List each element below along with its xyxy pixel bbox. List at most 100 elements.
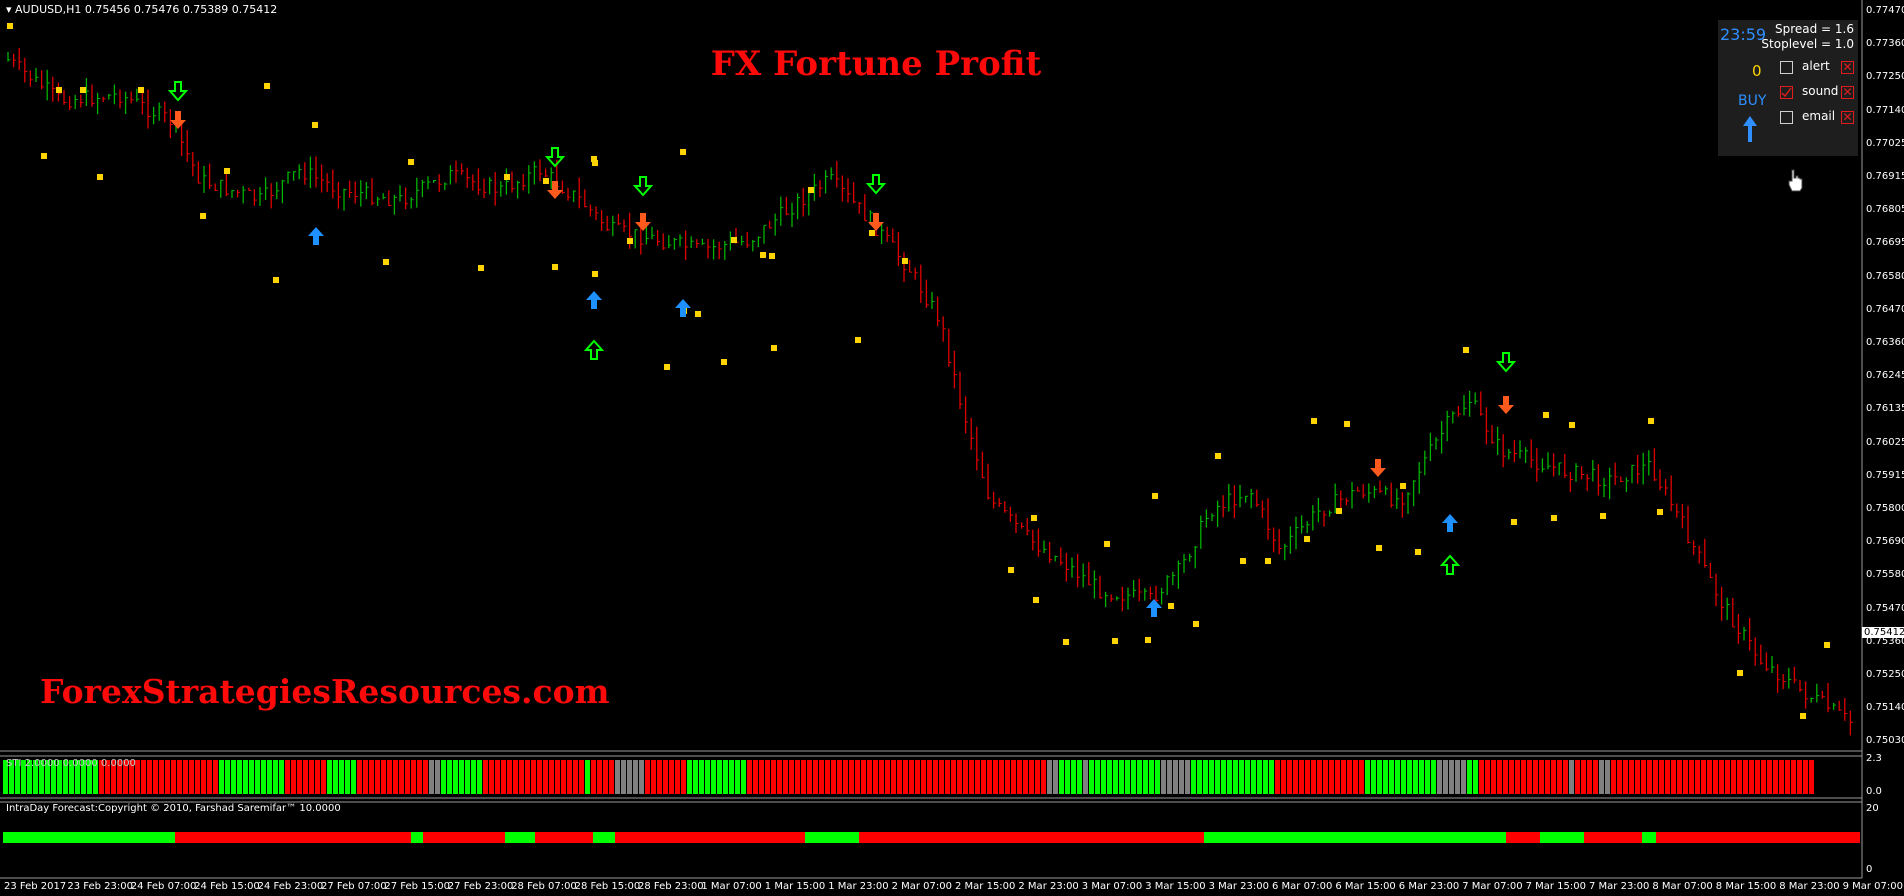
- sti-bar: [981, 760, 986, 794]
- sti-bar: [1761, 760, 1766, 794]
- sti-bar: [591, 760, 596, 794]
- sti-bar: [1797, 760, 1802, 794]
- time-axis-label: 6 Mar 15:00: [1335, 881, 1396, 892]
- chart-window[interactable]: ▾ AUDUSD,H1 0.75456 0.75476 0.75389 0.75…: [0, 0, 1904, 896]
- price-chart[interactable]: [0, 0, 1904, 896]
- signal-dot: [592, 271, 598, 277]
- sti-bar: [831, 760, 836, 794]
- sti-bar: [369, 760, 374, 794]
- signal-dot: [1215, 453, 1221, 459]
- sti-bar: [417, 760, 422, 794]
- sti-bar: [879, 760, 884, 794]
- email-checkbox[interactable]: [1780, 111, 1793, 124]
- sti-bar: [1485, 760, 1490, 794]
- sti-bar: [1197, 760, 1202, 794]
- sti-bar: [1413, 760, 1418, 794]
- time-axis-label: 1 Mar 15:00: [764, 881, 826, 892]
- sti-bar: [309, 760, 314, 794]
- signal-dot: [1344, 421, 1350, 427]
- sti-bar: [723, 760, 728, 794]
- sti-bar: [537, 760, 542, 794]
- sti-bar: [1281, 760, 1286, 794]
- sell-zone-arrow-icon: [865, 174, 887, 195]
- sti-bar: [1383, 760, 1388, 794]
- sti-histogram: [3, 760, 1814, 794]
- sti-bar: [1095, 760, 1100, 794]
- sti-bar: [573, 760, 578, 794]
- sti-bar: [1179, 760, 1184, 794]
- sti-bar: [519, 760, 524, 794]
- sti-bar: [435, 760, 440, 794]
- sti-bar: [1209, 760, 1214, 794]
- sti-bar: [729, 760, 734, 794]
- signal-dot: [1824, 642, 1830, 648]
- buy-zone-arrow-icon: [583, 339, 605, 360]
- sti-bar: [873, 760, 878, 794]
- email-close-icon[interactable]: ✕: [1841, 111, 1854, 124]
- sti-bar: [1335, 760, 1340, 794]
- sti-bar: [1755, 760, 1760, 794]
- sound-close-icon[interactable]: ✕: [1841, 86, 1854, 99]
- sti-bar: [513, 760, 518, 794]
- sti-bar: [195, 760, 200, 794]
- sti-bar: [1257, 760, 1262, 794]
- alert-close-icon[interactable]: ✕: [1841, 61, 1854, 74]
- sti-bar: [1551, 760, 1556, 794]
- sti-bar: [459, 760, 464, 794]
- sti-bar: [201, 760, 206, 794]
- sound-checkbox[interactable]: [1780, 86, 1793, 99]
- forecast-bar: [1506, 832, 1540, 843]
- signal-dot: [1400, 483, 1406, 489]
- sti-bar: [699, 760, 704, 794]
- alert-checkbox[interactable]: [1780, 61, 1793, 74]
- sti-bar: [357, 760, 362, 794]
- hand-cursor-icon: [1788, 169, 1803, 192]
- sti-bar: [615, 760, 620, 794]
- sti-bar: [1731, 760, 1736, 794]
- sti-bar: [147, 760, 152, 794]
- price-axis-label: 0.76470: [1866, 303, 1904, 315]
- sti-bar: [843, 760, 848, 794]
- forecast-bar: [411, 832, 423, 843]
- sti-bar: [1467, 760, 1472, 794]
- sti-bar: [1575, 760, 1580, 794]
- sti-bar: [771, 760, 776, 794]
- sound-label: sound: [1802, 84, 1839, 98]
- price-axis-label: 0.76580: [1866, 270, 1904, 282]
- sti-bar: [1251, 760, 1256, 794]
- sell-arrow-icon: [547, 181, 563, 199]
- time-axis-label: 27 Feb 23:00: [447, 881, 514, 892]
- price-axis-label: 0.77360: [1866, 38, 1904, 50]
- sti-bar: [273, 760, 278, 794]
- sti-bar: [1239, 760, 1244, 794]
- time-axis-label: 2 Mar 07:00: [891, 881, 952, 892]
- signal-dot: [1311, 418, 1317, 424]
- sti-bar: [1725, 760, 1730, 794]
- sti-bar: [597, 760, 602, 794]
- sti-bar: [885, 760, 890, 794]
- signal-dot: [383, 259, 389, 265]
- sti-bar: [921, 760, 926, 794]
- signal-dot: [1336, 508, 1342, 514]
- time-axis-label: 9 Mar 07:00: [1842, 881, 1903, 892]
- sti-bar: [1767, 760, 1772, 794]
- sti-bar: [1401, 760, 1406, 794]
- sti-bar: [1191, 760, 1196, 794]
- sti-bar: [1671, 760, 1676, 794]
- sti-bar: [429, 760, 434, 794]
- sti-bar: [375, 760, 380, 794]
- forecast-bar: [1540, 832, 1584, 843]
- sti-bar: [1443, 760, 1448, 794]
- sti-bar: [219, 760, 224, 794]
- collapse-triangle-icon[interactable]: ▾: [6, 3, 12, 16]
- sti-bar: [507, 760, 512, 794]
- sti-bar: [339, 760, 344, 794]
- sti-bar: [1533, 760, 1538, 794]
- signal-dot: [760, 252, 766, 258]
- sti-bar: [1107, 760, 1112, 794]
- sti-bar: [441, 760, 446, 794]
- signal-dot: [769, 253, 775, 259]
- sti-bar: [999, 760, 1004, 794]
- sti-bar: [1377, 760, 1382, 794]
- time-axis-label: 24 Feb 23:00: [257, 881, 324, 892]
